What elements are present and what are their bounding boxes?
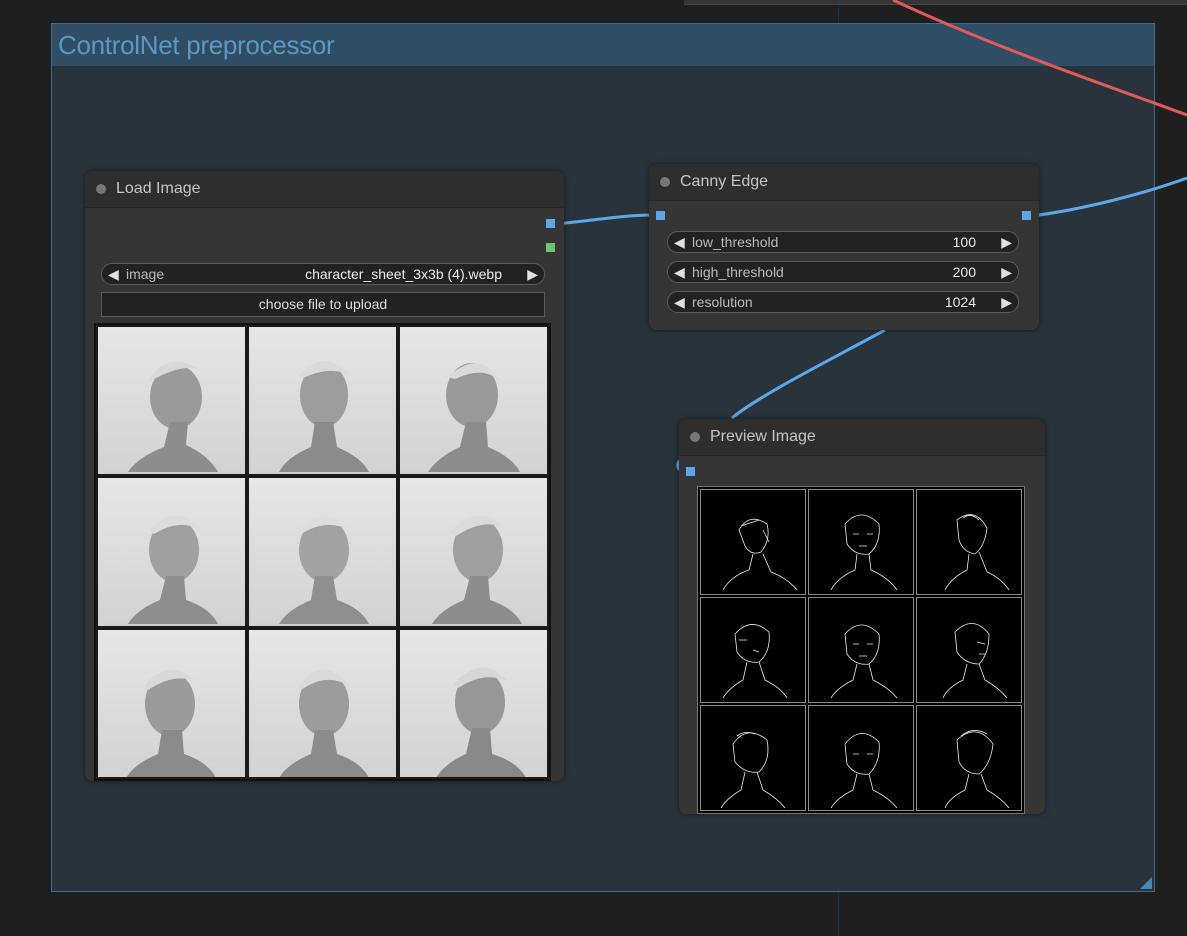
arrow-right-icon[interactable]: ▶ bbox=[1001, 263, 1012, 281]
node-title: Canny Edge bbox=[680, 173, 769, 190]
node-canvas[interactable]: ControlNet preprocessor Load Image ◀ ima… bbox=[0, 0, 1187, 936]
collapse-dot-icon[interactable] bbox=[690, 432, 700, 442]
character-sheet-image bbox=[98, 327, 547, 777]
wire-canny-out bbox=[1030, 176, 1187, 218]
arrow-left-icon[interactable]: ◀ bbox=[674, 263, 685, 281]
arrow-left-icon[interactable]: ◀ bbox=[108, 265, 119, 283]
edge-cell bbox=[916, 705, 1022, 811]
arrow-right-icon[interactable]: ▶ bbox=[1001, 233, 1012, 251]
high-threshold-widget[interactable]: ◀ high_threshold 200 ▶ bbox=[667, 261, 1019, 283]
choose-file-button[interactable]: choose file to upload bbox=[101, 292, 545, 317]
arrow-left-icon[interactable]: ◀ bbox=[674, 293, 685, 311]
sketch-cell bbox=[400, 327, 547, 475]
node-header[interactable]: Canny Edge bbox=[649, 164, 1039, 201]
node-load-image[interactable]: Load Image ◀ image character_sheet_3x3b … bbox=[85, 171, 564, 781]
wire-red bbox=[892, 0, 1187, 117]
sketch-cell bbox=[249, 629, 396, 777]
widget-value: 200 bbox=[952, 264, 976, 280]
widget-value: 1024 bbox=[944, 294, 976, 310]
arrow-right-icon[interactable]: ▶ bbox=[1001, 293, 1012, 311]
edge-cell bbox=[916, 597, 1022, 703]
widget-label: image bbox=[126, 266, 165, 282]
edge-cell bbox=[700, 489, 806, 595]
wire-load-to-canny bbox=[555, 213, 657, 226]
image-combo-widget[interactable]: ◀ image character_sheet_3x3b (4).webp ▶ bbox=[101, 263, 545, 285]
sketch-cell bbox=[98, 327, 245, 475]
edge-cell bbox=[808, 705, 914, 811]
sketch-cell bbox=[98, 478, 245, 626]
sketch-cell bbox=[249, 478, 396, 626]
node-header[interactable]: Preview Image bbox=[679, 419, 1045, 456]
edge-cell bbox=[916, 489, 1022, 595]
output-slot-image[interactable] bbox=[546, 219, 555, 228]
node-preview-image[interactable]: Preview Image bbox=[679, 419, 1045, 814]
resolution-widget[interactable]: ◀ resolution 1024 ▶ bbox=[667, 291, 1019, 313]
node-canny-edge[interactable]: Canny Edge ◀ low_threshold 100 ▶ ◀ high_… bbox=[649, 164, 1039, 330]
widget-value: 100 bbox=[952, 234, 976, 250]
sketch-cell bbox=[98, 629, 245, 777]
sketch-cell bbox=[249, 327, 396, 475]
output-slot-image[interactable] bbox=[1022, 211, 1031, 220]
widget-label: high_threshold bbox=[692, 264, 784, 280]
arrow-right-icon[interactable]: ▶ bbox=[527, 265, 538, 283]
edge-cell bbox=[700, 705, 806, 811]
collapse-dot-icon[interactable] bbox=[660, 177, 670, 187]
sketch-cell bbox=[400, 478, 547, 626]
wire-canny-to-preview bbox=[731, 328, 886, 420]
node-header[interactable]: Load Image bbox=[85, 171, 564, 208]
widget-label: resolution bbox=[692, 294, 753, 310]
node-title: Preview Image bbox=[710, 428, 816, 445]
widget-label: low_threshold bbox=[692, 234, 779, 250]
input-slot-image[interactable] bbox=[656, 211, 665, 220]
preview-output-frame bbox=[697, 486, 1025, 814]
sketch-cell bbox=[400, 629, 547, 777]
edge-cell bbox=[808, 489, 914, 595]
widget-value: character_sheet_3x3b (4).webp bbox=[305, 266, 502, 282]
edge-cell bbox=[808, 597, 914, 703]
input-slot-images[interactable] bbox=[686, 467, 695, 476]
collapse-dot-icon[interactable] bbox=[96, 184, 106, 194]
arrow-left-icon[interactable]: ◀ bbox=[674, 233, 685, 251]
output-slot-mask[interactable] bbox=[546, 243, 555, 252]
canny-edge-image bbox=[700, 489, 1022, 811]
edge-cell bbox=[700, 597, 806, 703]
low-threshold-widget[interactable]: ◀ low_threshold 100 ▶ bbox=[667, 231, 1019, 253]
image-preview-frame bbox=[94, 323, 551, 781]
node-title: Load Image bbox=[116, 180, 201, 197]
